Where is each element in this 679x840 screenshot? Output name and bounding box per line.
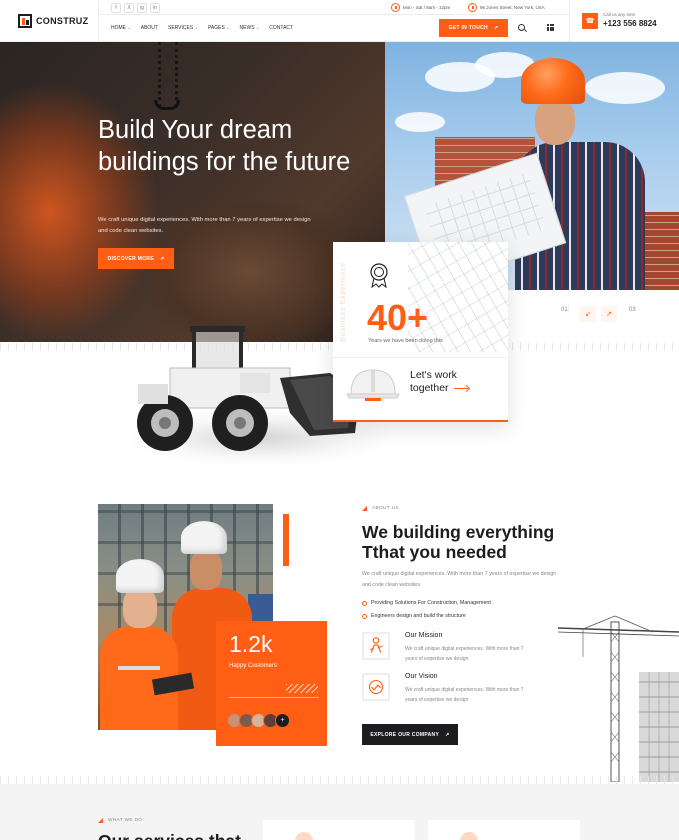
location-pin-icon <box>468 3 477 12</box>
services-title: Our services that <box>98 831 241 840</box>
triangle-icon <box>362 506 367 511</box>
slide-counter-total: 03 <box>629 307 636 313</box>
mission-worker-icon <box>362 632 390 660</box>
hours-text: Mon - Sat / 8am - 12pm <box>403 5 451 10</box>
nav-label: ABOUT <box>140 25 158 31</box>
chevron-down-icon: ⌄ <box>127 25 131 30</box>
stat-number: 1.2k <box>229 631 273 657</box>
x-twitter-icon[interactable]: X <box>124 3 134 13</box>
button-label: EXPLORE OUR COMPANY <box>370 731 440 738</box>
happy-customers-box: 1.2k Happy Customers + <box>216 621 327 746</box>
grid-menu-icon[interactable] <box>547 24 554 31</box>
nav-item-home[interactable]: HOME ⌄ <box>111 25 131 31</box>
experience-number: 40+ <box>367 297 429 338</box>
logo-icon <box>18 14 32 28</box>
hero-title: Build Your dream buildings for the futur… <box>98 116 351 176</box>
slide-prev-button[interactable]: ↙ <box>580 306 596 322</box>
section-tag: WHAT WE DO <box>98 818 142 823</box>
nav-item-about[interactable]: ABOUT <box>141 25 158 31</box>
site-header: CONSTRUZ f X ig in Mon - Sat / 8am - 12p… <box>0 0 679 42</box>
chevron-down-icon: ⌄ <box>226 25 230 30</box>
nav-label: HOME <box>111 25 126 31</box>
nav-label: CONTACT <box>269 25 294 31</box>
explore-company-button[interactable]: EXPLORE OUR COMPANY ↗ <box>362 724 458 745</box>
experience-side-text: Business Experience <box>340 262 347 342</box>
award-badge-icon <box>370 263 388 288</box>
button-label: GET IN TOUCH <box>448 25 488 31</box>
helmet-image <box>346 369 400 401</box>
about-title: We building everything Tthat you needed <box>362 522 555 562</box>
service-card[interactable] <box>428 820 580 840</box>
arrow-right-icon <box>454 388 468 389</box>
nav-label: SERVICES <box>167 25 194 31</box>
service-card[interactable] <box>263 820 415 840</box>
chevron-down-icon: ⌄ <box>255 25 260 30</box>
address-info: 96 Jones Street, New York, USA <box>468 3 545 12</box>
linkedin-icon[interactable]: in <box>150 3 160 13</box>
chevron-down-icon: ⌄ <box>194 25 198 30</box>
cta-line: Let's work <box>410 369 457 381</box>
nav-label: NEWS <box>239 25 255 31</box>
arrow-up-right-icon: ↗ <box>159 255 165 262</box>
circle-check-icon <box>362 613 367 619</box>
hero-description: We craft unique digital experiences. Wit… <box>98 217 311 234</box>
nav-item-services[interactable]: SERVICES ⌄ <box>168 25 198 31</box>
experience-card: Business Experience 40+ Years we have be… <box>333 242 508 422</box>
plus-icon[interactable]: + <box>275 713 290 728</box>
nav-item-news[interactable]: NEWS ⌄ <box>240 25 260 31</box>
clock-icon <box>391 3 400 12</box>
top-bar: f X ig in Mon - Sat / 8am - 12pm 96 Jone… <box>99 0 569 15</box>
feature-title: Our Mission <box>405 632 443 639</box>
phone-icon: ☎ <box>582 13 598 29</box>
hero-background-image <box>0 42 385 342</box>
feature-description: We craft unique digital experiences. Wit… <box>405 687 524 703</box>
hours-info: Mon - Sat / 8am - 12pm <box>391 3 450 12</box>
checklist-item: Engineers design and build the structure <box>362 613 466 619</box>
checklist-item: Providing Solutions For Construction, Ma… <box>362 600 491 606</box>
nav-item-pages[interactable]: PAGES ⌄ <box>208 25 230 31</box>
tag-label: ABOUT US <box>372 506 399 511</box>
service-icon <box>460 832 478 840</box>
vision-hands-icon <box>362 673 390 701</box>
feature-description: We craft unique digital experiences. Wit… <box>405 646 524 662</box>
stat-label: Happy Customers <box>229 663 278 669</box>
address-text: 96 Jones Street, New York, USA <box>480 5 545 10</box>
button-label: DISCOVER MORE <box>107 255 154 262</box>
checklist-text: Engineers design and build the structure <box>371 613 466 619</box>
ruler-divider <box>0 776 679 784</box>
lets-work-together-link[interactable]: Let's work together <box>410 369 457 395</box>
section-tag: ABOUT US <box>362 506 399 511</box>
arrow-up-right-icon: ↗ <box>493 25 499 31</box>
call-number: +123 556 8824 <box>603 19 657 28</box>
slide-counter-current: 01: <box>561 307 570 313</box>
search-icon[interactable] <box>518 24 525 31</box>
customer-avatars: + <box>227 713 290 728</box>
nav-label: PAGES <box>207 25 225 31</box>
slide-next-button[interactable]: ↗ <box>601 306 617 322</box>
experience-label: Years we have been doing this <box>368 338 443 344</box>
tower-crane-image <box>557 615 679 782</box>
accent-bar <box>283 514 289 566</box>
arrow-up-right-icon: ↗ <box>445 731 450 738</box>
call-label: Call us any time <box>603 12 636 17</box>
main-nav: HOME ⌄ ABOUT SERVICES ⌄ PAGES ⌄ NEWS ⌄ C… <box>111 25 293 31</box>
call-box[interactable]: ☎ Call us any time +123 556 8824 <box>569 0 679 42</box>
facebook-icon[interactable]: f <box>111 3 121 13</box>
service-icon <box>295 832 313 840</box>
triangle-icon <box>98 818 103 823</box>
get-in-touch-button[interactable]: GET IN TOUCH ↗ <box>439 19 508 37</box>
tag-label: WHAT WE DO <box>108 818 143 823</box>
about-description: We craft unique digital experiences. Wit… <box>362 571 557 588</box>
services-section: WHAT WE DO Our services that <box>0 784 679 840</box>
circle-check-icon <box>362 600 367 606</box>
discover-more-button[interactable]: DISCOVER MORE ↗ <box>98 248 174 269</box>
logo[interactable]: CONSTRUZ <box>0 0 99 42</box>
social-links: f X ig in <box>111 3 160 13</box>
nav-item-contact[interactable]: CONTACT <box>269 25 293 31</box>
cta-line: together <box>410 382 449 394</box>
checklist-text: Providing Solutions For Construction, Ma… <box>371 600 491 606</box>
feature-title: Our Vision <box>405 673 438 680</box>
instagram-icon[interactable]: ig <box>137 3 147 13</box>
logo-text: CONSTRUZ <box>36 16 89 26</box>
